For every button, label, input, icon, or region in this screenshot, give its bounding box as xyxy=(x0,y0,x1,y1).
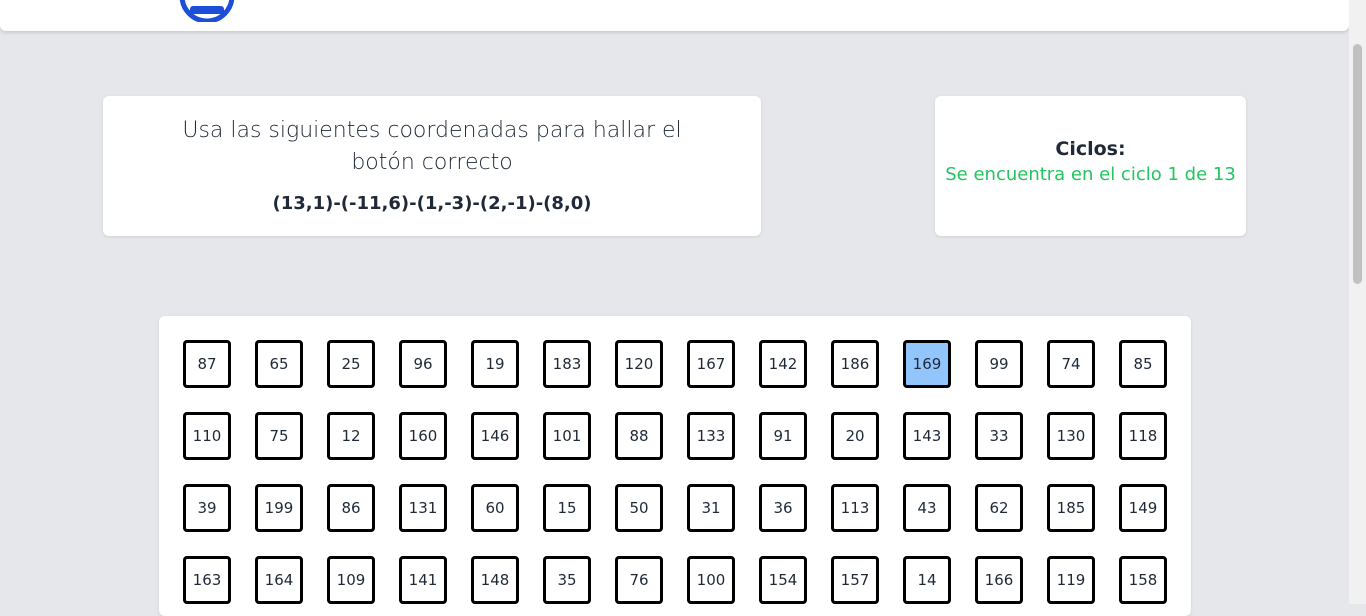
grid-button[interactable]: 19 xyxy=(471,340,519,388)
grid-button[interactable]: 154 xyxy=(759,556,807,604)
grid-button[interactable]: 101 xyxy=(543,412,591,460)
grid-button[interactable]: 133 xyxy=(687,412,735,460)
grid-button[interactable]: 15 xyxy=(543,484,591,532)
grid-button[interactable]: 75 xyxy=(255,412,303,460)
grid-button[interactable]: 43 xyxy=(903,484,951,532)
grid-button[interactable]: 130 xyxy=(1047,412,1095,460)
grid-button[interactable]: 149 xyxy=(1119,484,1167,532)
instructions-text: Usa las siguientes coordenadas para hall… xyxy=(182,118,682,175)
grid-button[interactable]: 143 xyxy=(903,412,951,460)
grid-button[interactable]: 87 xyxy=(183,340,231,388)
grid-button[interactable]: 148 xyxy=(471,556,519,604)
grid-button[interactable]: 91 xyxy=(759,412,807,460)
grid-button[interactable]: 110 xyxy=(183,412,231,460)
grid-button[interactable]: 183 xyxy=(543,340,591,388)
grid-button[interactable]: 166 xyxy=(975,556,1023,604)
grid-button[interactable]: 36 xyxy=(759,484,807,532)
grid-button[interactable]: 35 xyxy=(543,556,591,604)
grid-button[interactable]: 163 xyxy=(183,556,231,604)
grid-button[interactable]: 62 xyxy=(975,484,1023,532)
grid-button[interactable]: 142 xyxy=(759,340,807,388)
grid-button[interactable]: 160 xyxy=(399,412,447,460)
cycles-card: Ciclos: Se encuentra en el ciclo 1 de 13 xyxy=(935,96,1246,236)
scrollbar-thumb[interactable] xyxy=(1353,44,1362,284)
grid-button[interactable]: 169 xyxy=(903,340,951,388)
grid-button[interactable]: 85 xyxy=(1119,340,1167,388)
grid-button[interactable]: 119 xyxy=(1047,556,1095,604)
grid-button[interactable]: 109 xyxy=(327,556,375,604)
grid-button[interactable]: 20 xyxy=(831,412,879,460)
grid-button[interactable]: 131 xyxy=(399,484,447,532)
grid-button[interactable]: 186 xyxy=(831,340,879,388)
grid-button[interactable]: 96 xyxy=(399,340,447,388)
grid-button[interactable]: 157 xyxy=(831,556,879,604)
top-navbar xyxy=(0,0,1349,31)
grid-button[interactable]: 164 xyxy=(255,556,303,604)
grid-button[interactable]: 120 xyxy=(615,340,663,388)
grid-button[interactable]: 113 xyxy=(831,484,879,532)
grid-button[interactable]: 33 xyxy=(975,412,1023,460)
grid-button[interactable]: 12 xyxy=(327,412,375,460)
grid-button[interactable]: 118 xyxy=(1119,412,1167,460)
grid-button[interactable]: 199 xyxy=(255,484,303,532)
cycles-label: Ciclos: xyxy=(1055,138,1126,160)
grid-button[interactable]: 76 xyxy=(615,556,663,604)
grid-button[interactable]: 39 xyxy=(183,484,231,532)
instructions-card: Usa las siguientes coordenadas para hall… xyxy=(103,96,761,236)
grid-button[interactable]: 88 xyxy=(615,412,663,460)
grid-button[interactable]: 14 xyxy=(903,556,951,604)
grid-button[interactable]: 74 xyxy=(1047,340,1095,388)
grid-button[interactable]: 65 xyxy=(255,340,303,388)
grid-button[interactable]: 60 xyxy=(471,484,519,532)
grid-button[interactable]: 141 xyxy=(399,556,447,604)
grid-button[interactable]: 146 xyxy=(471,412,519,460)
logo-icon[interactable] xyxy=(178,0,236,22)
button-grid: 87 65 25 96 19 183 120 167 142 186 169 99 74 85 110 75 1… xyxy=(183,340,1167,604)
cycles-status: Se encuentra en el ciclo 1 de 13 xyxy=(945,164,1236,185)
grid-button[interactable]: 31 xyxy=(687,484,735,532)
grid-button[interactable]: 158 xyxy=(1119,556,1167,604)
grid-button[interactable]: 100 xyxy=(687,556,735,604)
button-grid-panel: 87 65 25 96 19 183 120 167 142 186 169 99 74 85 110 75 1… xyxy=(159,316,1191,616)
grid-button[interactable]: 99 xyxy=(975,340,1023,388)
coordinates-text: (13,1)-(-11,6)-(1,-3)-(2,-1)-(8,0) xyxy=(272,193,592,214)
grid-button[interactable]: 86 xyxy=(327,484,375,532)
grid-button[interactable]: 167 xyxy=(687,340,735,388)
page-scrollbar[interactable] xyxy=(1349,0,1366,604)
grid-button[interactable]: 25 xyxy=(327,340,375,388)
grid-button[interactable]: 185 xyxy=(1047,484,1095,532)
grid-button[interactable]: 50 xyxy=(615,484,663,532)
